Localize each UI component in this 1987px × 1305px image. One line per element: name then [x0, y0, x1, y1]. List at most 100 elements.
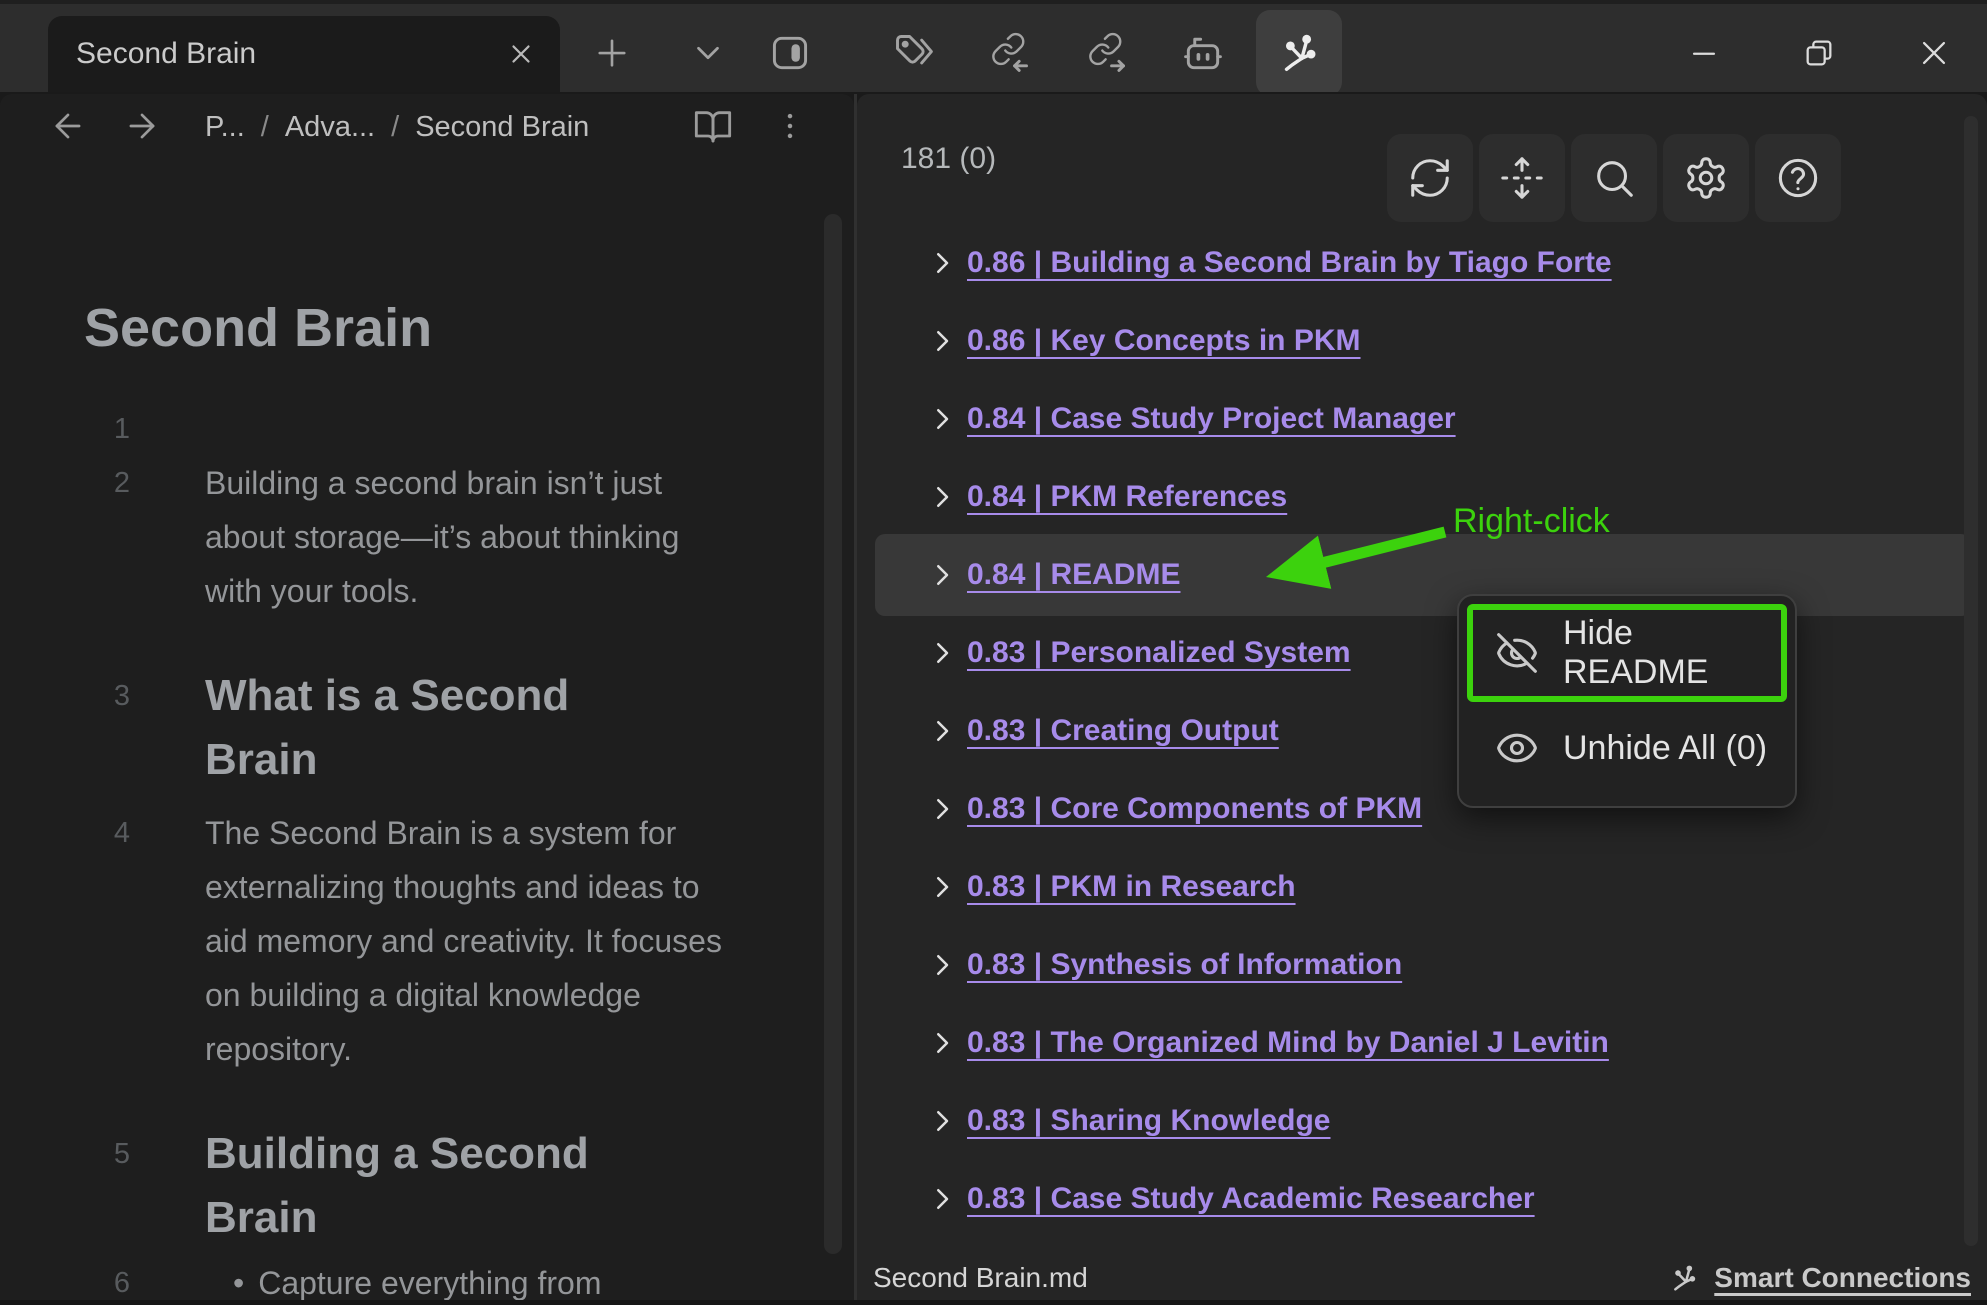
- right-click-annotation: Right-click: [1453, 502, 1610, 540]
- menu-item-hide-readme[interactable]: Hide README: [1467, 604, 1787, 702]
- tab-second-brain[interactable]: Second Brain: [48, 16, 560, 92]
- line-number: 5: [113, 1138, 130, 1170]
- connection-link[interactable]: 0.84 | PKM References: [967, 480, 1287, 514]
- smart-connections-link[interactable]: Smart Connections: [1714, 1262, 1971, 1294]
- connection-link[interactable]: 0.83 | Synthesis of Information: [967, 948, 1402, 982]
- minimize-button[interactable]: [1672, 21, 1736, 85]
- connection-item[interactable]: 0.83 | Sharing Knowledge: [857, 1082, 1987, 1160]
- connection-item[interactable]: 0.83 | Case Study Academic Researcher: [857, 1160, 1987, 1238]
- connection-link[interactable]: 0.83 | Sharing Knowledge: [967, 1104, 1330, 1138]
- smart-connections-brand[interactable]: Smart Connections: [1668, 1262, 1971, 1294]
- chevron-right-icon[interactable]: [927, 794, 959, 824]
- line-number: 1: [113, 413, 130, 445]
- back-arrow-icon[interactable]: [42, 100, 94, 152]
- paragraph-text[interactable]: Building a second brain isn’t just about…: [205, 456, 725, 618]
- forward-arrow-icon[interactable]: [116, 100, 168, 152]
- line-number: 6: [113, 1267, 130, 1299]
- connection-link[interactable]: 0.83 | Personalized System: [967, 636, 1351, 670]
- chevron-right-icon[interactable]: [927, 716, 959, 746]
- connection-link[interactable]: 0.84 | README: [967, 558, 1180, 592]
- connection-item[interactable]: 0.86 | Key Concepts in PKM: [857, 302, 1987, 380]
- expand-fold-button[interactable]: [1479, 134, 1565, 222]
- chevron-right-icon[interactable]: [927, 872, 959, 902]
- line-number: 4: [113, 817, 130, 849]
- note-title[interactable]: Second Brain: [84, 297, 432, 359]
- editor-line[interactable]: 2 Building a second brain isn’t just abo…: [70, 456, 770, 618]
- bot-icon[interactable]: [1171, 21, 1235, 85]
- connection-item[interactable]: 0.83 | PKM in Research: [857, 848, 1987, 926]
- connection-item[interactable]: 0.83 | Personalized System: [857, 614, 1987, 692]
- chevron-right-icon[interactable]: [927, 404, 959, 434]
- connection-item[interactable]: 0.83 | Synthesis of Information: [857, 926, 1987, 1004]
- restore-button[interactable]: [1787, 21, 1851, 85]
- connection-item[interactable]: 0.83 | Core Components of PKM: [857, 770, 1987, 848]
- menu-item-label: Unhide All (0): [1563, 728, 1768, 767]
- chevron-right-icon[interactable]: [927, 1184, 959, 1214]
- settings-gear-button[interactable]: [1663, 134, 1749, 222]
- note-body[interactable]: 1 2 Building a second brain isn’t just a…: [70, 402, 770, 1305]
- connections-scrollbar[interactable]: [1964, 116, 1978, 1246]
- connection-item[interactable]: 0.84 | Case Study Project Manager: [857, 380, 1987, 458]
- current-file-name: Second Brain.md: [873, 1262, 1088, 1293]
- connection-link[interactable]: 0.84 | Case Study Project Manager: [967, 402, 1456, 436]
- breadcrumb-item-current[interactable]: Second Brain: [415, 111, 589, 144]
- breadcrumb-item[interactable]: P...: [205, 111, 245, 144]
- connection-link[interactable]: 0.83 | The Organized Mind by Daniel J Le…: [967, 1026, 1609, 1060]
- editor-line[interactable]: 1: [70, 402, 770, 456]
- chevron-right-icon[interactable]: [927, 1028, 959, 1058]
- help-button[interactable]: [1755, 134, 1841, 222]
- heading-text[interactable]: What is a Second Brain: [205, 664, 645, 792]
- refresh-button[interactable]: [1387, 134, 1473, 222]
- editor-line[interactable]: 6 • Capture everything from: [70, 1256, 770, 1305]
- connection-item[interactable]: 0.83 | The Organized Mind by Daniel J Le…: [857, 1004, 1987, 1082]
- connection-item-readme-highlighted[interactable]: 0.84 | README: [857, 534, 1987, 616]
- connection-link[interactable]: 0.83 | Creating Output: [967, 714, 1279, 748]
- context-menu: Hide README Unhide All (0): [1457, 594, 1797, 808]
- connection-link[interactable]: 0.83 | PKM in Research: [967, 870, 1296, 904]
- paragraph-text[interactable]: The Second Brain is a system for externa…: [205, 806, 725, 1076]
- chevron-right-icon[interactable]: [927, 638, 959, 668]
- bullet-marker: •: [233, 1265, 245, 1301]
- menu-item-unhide-all[interactable]: Unhide All (0): [1467, 702, 1787, 794]
- connection-item[interactable]: 0.86 | Building a Second Brain by Tiago …: [857, 224, 1987, 302]
- breadcrumb-separator: /: [391, 110, 400, 143]
- editor-scrollbar[interactable]: [824, 214, 842, 1254]
- connection-item[interactable]: 0.84 | PKM References: [857, 458, 1987, 536]
- chevron-right-icon[interactable]: [927, 248, 959, 278]
- chevron-right-icon[interactable]: [927, 950, 959, 980]
- connection-link[interactable]: 0.83 | Case Study Academic Researcher: [967, 1182, 1535, 1216]
- connection-link[interactable]: 0.86 | Building a Second Brain by Tiago …: [967, 246, 1612, 280]
- outgoing-links-icon[interactable]: [1075, 21, 1139, 85]
- bullet-item-text[interactable]: • Capture everything from: [205, 1256, 753, 1305]
- tab-list-chevron-icon[interactable]: [676, 21, 740, 85]
- more-options-icon[interactable]: [764, 100, 816, 152]
- editor-line[interactable]: 3 What is a Second Brain: [70, 664, 770, 792]
- toggle-right-sidebar-icon[interactable]: [758, 21, 822, 85]
- tab-title: Second Brain: [76, 37, 257, 70]
- new-tab-button[interactable]: [580, 21, 644, 85]
- eye-off-icon: [1495, 631, 1539, 675]
- editor-line[interactable]: 5 Building a Second Brain: [70, 1122, 770, 1250]
- breadcrumb-separator: /: [260, 110, 269, 143]
- incoming-links-icon[interactable]: [978, 21, 1042, 85]
- tags-icon[interactable]: [882, 21, 946, 85]
- window-bottom-edge: [0, 1300, 1987, 1305]
- editor-line[interactable]: 4 The Second Brain is a system for exter…: [70, 806, 770, 1076]
- chevron-right-icon[interactable]: [927, 560, 959, 590]
- smart-connections-view-icon[interactable]: [1256, 10, 1342, 96]
- tab-close-icon[interactable]: [506, 39, 536, 69]
- chevron-right-icon[interactable]: [927, 482, 959, 512]
- chevron-right-icon[interactable]: [927, 326, 959, 356]
- search-button[interactable]: [1571, 134, 1657, 222]
- reading-mode-book-icon[interactable]: [687, 100, 739, 152]
- breadcrumb-item[interactable]: Adva...: [285, 111, 375, 144]
- close-button[interactable]: [1902, 21, 1966, 85]
- connection-link[interactable]: 0.86 | Key Concepts in PKM: [967, 324, 1361, 358]
- editor-header: P... / Adva... / Second Brain: [0, 94, 854, 160]
- connection-item[interactable]: 0.83 | Creating Output: [857, 692, 1987, 770]
- chevron-right-icon[interactable]: [927, 1106, 959, 1136]
- connections-list: 0.86 | Building a Second Brain by Tiago …: [857, 224, 1987, 1238]
- heading-text[interactable]: Building a Second Brain: [205, 1122, 645, 1250]
- smart-connections-pane: 181 (0) 0.86 | Building a Second Brain b…: [857, 94, 1987, 1305]
- connection-link[interactable]: 0.83 | Core Components of PKM: [967, 792, 1422, 826]
